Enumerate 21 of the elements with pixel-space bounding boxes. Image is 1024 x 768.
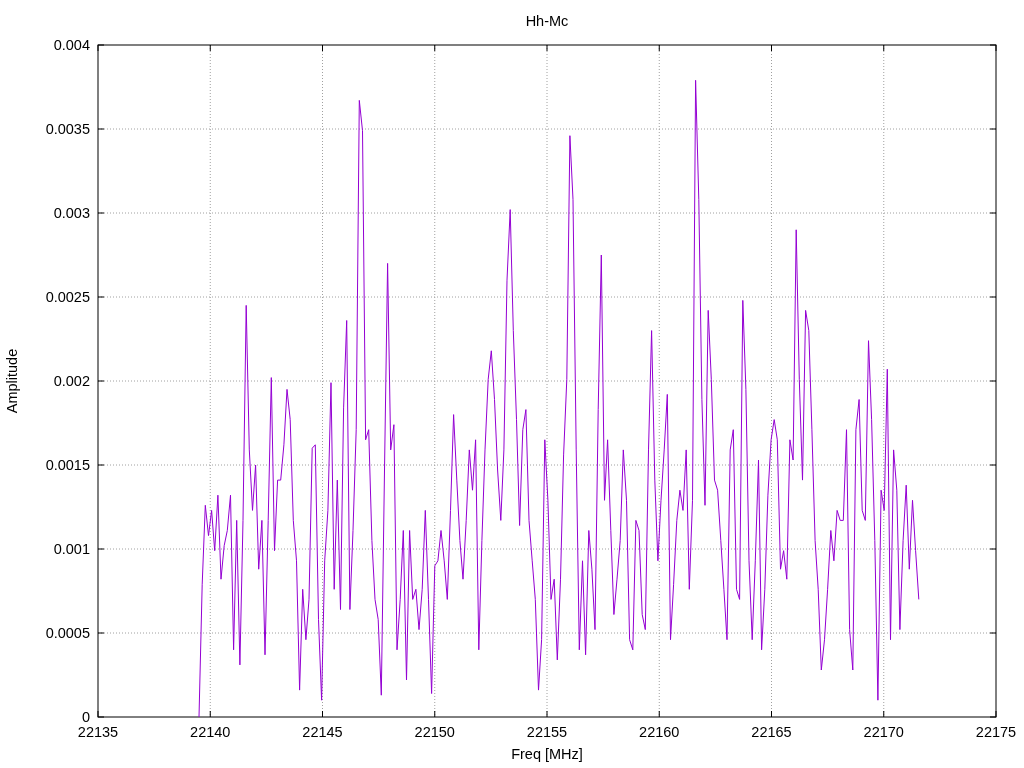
x-tick-label: 22170 xyxy=(863,724,904,740)
y-axis-label: Amplitude xyxy=(4,348,20,414)
x-tick-label: 22160 xyxy=(639,724,680,740)
x-tick-label: 22175 xyxy=(975,724,1017,740)
y-tick-label: 0 xyxy=(81,709,90,725)
y-tick-label: 0.001 xyxy=(53,541,90,557)
x-tick-label: 22140 xyxy=(190,724,231,740)
x-tick-label: 22155 xyxy=(526,724,568,740)
x-tick-label: 22135 xyxy=(77,724,119,740)
y-tick-label: 0.003 xyxy=(53,205,90,221)
x-axis-label: Freq [MHz] xyxy=(511,746,583,762)
y-tick-label: 0.0025 xyxy=(45,289,90,305)
x-tick-label: 22165 xyxy=(751,724,792,740)
y-tick-label: 0.0005 xyxy=(45,625,90,641)
x-tick-label: 22145 xyxy=(302,724,343,740)
y-tick-label: 0.0035 xyxy=(45,121,90,137)
y-tick-label: 0.002 xyxy=(53,373,90,389)
chart-title: Hh-Mc xyxy=(525,13,569,29)
y-tick-label: 0.004 xyxy=(53,37,90,53)
y-tick-label: 0.0015 xyxy=(45,457,90,473)
x-tick-label: 22150 xyxy=(414,724,455,740)
